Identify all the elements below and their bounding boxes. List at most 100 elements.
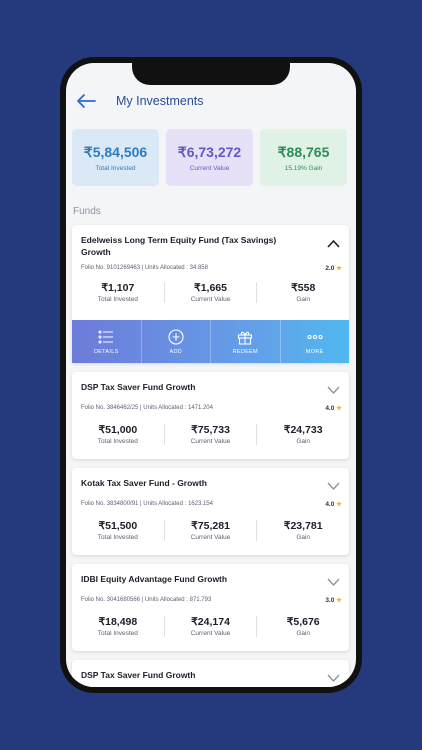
- back-arrow-icon[interactable]: [76, 93, 96, 109]
- metric-value: ₹75,733: [191, 424, 230, 436]
- fund-name: Edelweiss Long Term Equity Fund (Tax Sav…: [81, 235, 277, 257]
- fund-rating: 2.0 ★: [325, 264, 342, 272]
- fund-card[interactable]: Kotak Tax Saver Fund - Growth Folio No. …: [72, 468, 349, 555]
- page-title: My Investments: [116, 94, 204, 108]
- metric-value: ₹24,733: [283, 424, 323, 436]
- star-icon: ★: [336, 501, 342, 508]
- fund-name: IDBI Equity Advantage Fund Growth: [81, 574, 228, 584]
- metric-invested: ₹18,498 Total Invested: [72, 616, 165, 637]
- action-label: DETAILS: [93, 348, 119, 355]
- fund-name: Kotak Tax Saver Fund - Growth: [81, 478, 207, 488]
- app-header: My Investments: [66, 83, 356, 119]
- fund-rating: 4.0 ★: [325, 500, 342, 508]
- metric-value: ₹51,500: [98, 520, 138, 532]
- chevron-down-icon[interactable]: [327, 382, 340, 394]
- fund-folio: Folio No. 3834800/91 | Units Allocated :…: [81, 501, 213, 507]
- metric-gain: ₹23,781 Gain: [257, 520, 349, 541]
- chevron-down-icon[interactable]: [327, 670, 340, 682]
- metric-invested: ₹51,000 Total Invested: [72, 424, 165, 445]
- metric-gain: ₹24,733 Gain: [257, 424, 349, 445]
- metric-label: Gain: [296, 630, 311, 637]
- summary-gain: ₹88,765 15.19% Gain: [260, 129, 347, 186]
- more-dots-icon: [307, 334, 323, 339]
- fund-card[interactable]: DSP Tax Saver Fund Growth Folio No. 3846…: [72, 372, 349, 459]
- fund-metrics: ₹1,107 Total Invested ₹1,665 Current Value…: [72, 282, 349, 303]
- metric-invested: ₹1,107 Total Invested: [72, 282, 165, 303]
- action-label: REDEEM: [232, 348, 258, 355]
- fund-metrics: ₹18,498 Total Invested ₹24,174 Current Val…: [72, 616, 349, 637]
- star-icon: ★: [336, 265, 342, 272]
- metric-label: Current Value: [190, 438, 231, 445]
- fund-metrics: ₹51,000 Total Invested ₹75,733 Current Val…: [72, 424, 349, 445]
- metric-gain: ₹558 Gain: [257, 282, 349, 303]
- fund-rating: 4.0 ★: [325, 404, 342, 412]
- metric-gain: ₹5,676 Gain: [257, 616, 349, 637]
- app-screen: My Investments ₹5,84,506 Total Invested …: [66, 63, 356, 687]
- metric-label: Total Invested: [97, 438, 138, 445]
- summary-label: 15.19% Gain: [284, 164, 323, 172]
- summary-value: ₹88,765: [277, 143, 330, 160]
- plus-circle-icon: [168, 328, 184, 345]
- fund-card[interactable]: DSP Tax Saver Fund Growth: [72, 660, 349, 687]
- fund-metrics: ₹51,500 Total Invested ₹75,281 Current Val…: [72, 520, 349, 541]
- action-label: ADD: [169, 348, 182, 355]
- metric-value: ₹558: [291, 282, 316, 294]
- metric-label: Gain: [296, 296, 311, 303]
- summary-label: Total Invested: [95, 164, 136, 172]
- metric-label: Current Value: [190, 296, 231, 303]
- funds-section-label: Funds: [73, 206, 101, 217]
- chevron-down-icon[interactable]: [327, 574, 340, 586]
- fund-rating: 3.0 ★: [325, 596, 342, 604]
- metric-label: Gain: [296, 438, 311, 445]
- rating-value: 4.0: [325, 501, 335, 508]
- metric-label: Current Value: [190, 534, 231, 541]
- rating-value: 2.0: [325, 265, 335, 272]
- metric-value: ₹1,665: [194, 282, 227, 294]
- add-button[interactable]: ADD: [142, 320, 211, 363]
- summary-row: ₹5,84,506 Total Invested ₹6,73,272 Curre…: [72, 129, 347, 186]
- phone-notch: [132, 57, 290, 85]
- summary-total-invested: ₹5,84,506 Total Invested: [72, 129, 159, 186]
- more-button[interactable]: MORE: [281, 320, 350, 363]
- metric-value: ₹23,781: [283, 520, 323, 532]
- metric-value: ₹18,498: [98, 616, 138, 628]
- fund-folio: Folio No. 9101269463 | Units Allocated :…: [81, 265, 208, 271]
- metric-label: Current Value: [190, 630, 231, 637]
- fund-action-bar: DETAILS ADD REDEEM MORE: [72, 320, 349, 363]
- rating-value: 3.0: [325, 597, 335, 604]
- metric-current: ₹75,733 Current Value: [165, 424, 258, 445]
- metric-label: Total Invested: [97, 296, 138, 303]
- action-label: MORE: [305, 348, 324, 355]
- fund-name: DSP Tax Saver Fund Growth: [81, 382, 196, 392]
- metric-invested: ₹51,500 Total Invested: [72, 520, 165, 541]
- details-button[interactable]: DETAILS: [72, 320, 142, 363]
- metric-value: ₹24,174: [191, 616, 230, 628]
- summary-current-value: ₹6,73,272 Current Value: [166, 129, 253, 186]
- rating-value: 4.0: [325, 405, 335, 412]
- star-icon: ★: [336, 405, 342, 412]
- metric-label: Gain: [296, 534, 311, 541]
- fund-name: DSP Tax Saver Fund Growth: [81, 670, 196, 680]
- chevron-down-icon[interactable]: [327, 478, 340, 490]
- fund-card-expanded[interactable]: Edelweiss Long Term Equity Fund (Tax Sav…: [72, 225, 349, 363]
- summary-value: ₹6,73,272: [177, 143, 242, 160]
- chevron-up-icon[interactable]: [327, 235, 340, 248]
- summary-value: ₹5,84,506: [83, 143, 148, 160]
- fund-folio: Folio No. 3846462/25 | Units Allocated :…: [81, 405, 213, 411]
- metric-current: ₹24,174 Current Value: [165, 616, 258, 637]
- metric-current: ₹1,665 Current Value: [165, 282, 258, 303]
- star-icon: ★: [336, 597, 342, 604]
- summary-label: Current Value: [189, 164, 230, 172]
- metric-value: ₹51,000: [98, 424, 138, 436]
- fund-card[interactable]: IDBI Equity Advantage Fund Growth Folio …: [72, 564, 349, 651]
- metric-label: Total Invested: [97, 534, 138, 541]
- gift-icon: [238, 331, 253, 345]
- list-icon: [98, 329, 114, 344]
- metric-value: ₹1,107: [101, 282, 135, 294]
- redeem-button[interactable]: REDEEM: [211, 320, 281, 363]
- metric-label: Total Invested: [97, 630, 138, 637]
- metric-value: ₹75,281: [191, 520, 230, 532]
- metric-value: ₹5,676: [286, 616, 320, 628]
- metric-current: ₹75,281 Current Value: [165, 520, 258, 541]
- fund-folio: Folio No. 3041680566 | Units Allocated :…: [81, 597, 212, 603]
